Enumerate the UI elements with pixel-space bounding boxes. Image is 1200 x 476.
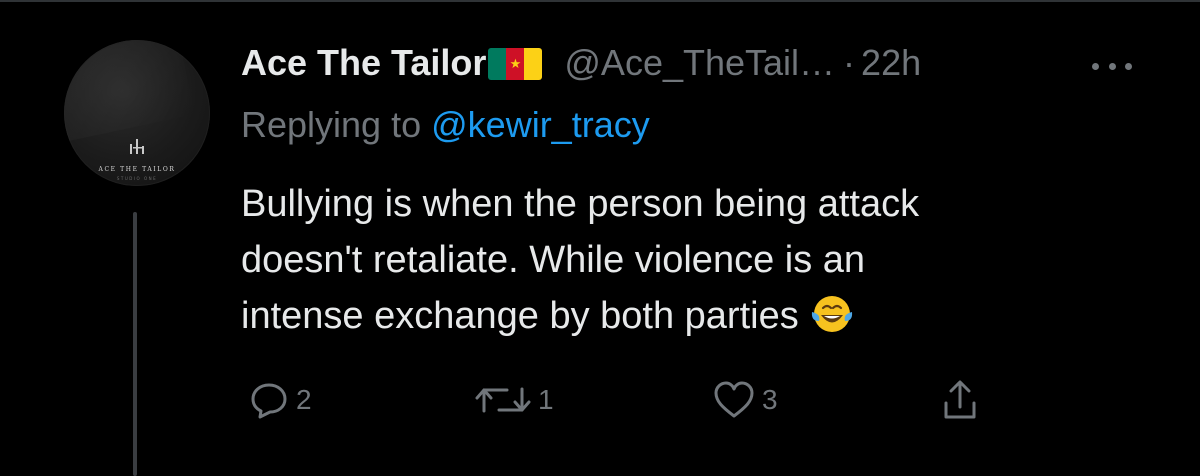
tweet-header: Ace The Tailor ★ @Ace_TheTail… · 22h: [241, 38, 921, 88]
brand-logo-icon: [130, 139, 144, 154]
user-handle[interactable]: @Ace_TheTail…: [564, 42, 835, 84]
retweet-count: 1: [538, 384, 554, 415]
tweet-body: Bullying is when the person being attack…: [241, 176, 1141, 344]
replying-prefix: Replying to: [241, 104, 422, 145]
tweet-timestamp[interactable]: 22h: [861, 42, 921, 84]
face-with-tears-of-joy-emoji: [811, 296, 852, 332]
reply-count: 2: [296, 384, 312, 415]
tweet-text-line: Bullying is when the person being attack: [241, 183, 920, 225]
replying-mention-link[interactable]: @kewir_tracy: [431, 104, 650, 145]
cameroon-flag-icon: ★: [488, 48, 543, 80]
retweet-button[interactable]: 1: [474, 376, 554, 424]
meta-separator: ·: [843, 42, 856, 83]
heart-icon: [714, 381, 754, 418]
more-options-button[interactable]: [1092, 58, 1132, 74]
replying-to: Replying to @kewir_tracy: [241, 104, 650, 146]
avatar-shine: [64, 40, 195, 144]
avatar-logo-subtext: STUDIO ONE: [116, 176, 158, 181]
retweet-icon: [475, 387, 531, 413]
more-dot-icon: [1108, 62, 1116, 70]
top-divider: [0, 0, 1200, 2]
avatar-logo-text: ACE THE TAILOR: [98, 166, 176, 173]
tweet-actions: 2 1 3: [0, 376, 1200, 424]
tweet-text-line-last: intense exchange by both parties: [241, 288, 1141, 344]
reply-button[interactable]: 2: [248, 376, 312, 424]
like-button[interactable]: 3: [712, 376, 778, 424]
share-icon: [944, 380, 976, 419]
like-count: 3: [762, 384, 778, 415]
reply-icon: [251, 383, 287, 419]
tweet-text-line: doesn't retaliate. While violence is an: [241, 239, 866, 281]
share-button[interactable]: [942, 376, 978, 424]
more-dot-icon: [1092, 62, 1099, 70]
tweet-text-line: intense exchange by both parties: [241, 295, 799, 337]
display-name[interactable]: Ace The Tailor: [241, 42, 486, 84]
more-dot-icon: [1125, 62, 1132, 70]
thread-connector-line: [133, 212, 137, 476]
avatar[interactable]: ACE THE TAILOR STUDIO ONE: [64, 40, 210, 186]
